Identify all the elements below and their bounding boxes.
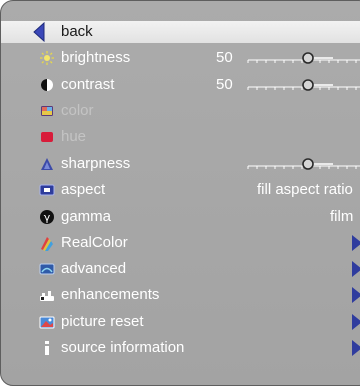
contrast-slider[interactable] xyxy=(247,74,360,96)
submenu-arrow-icon xyxy=(352,287,360,303)
menu-item-label: back xyxy=(61,23,93,40)
back-arrow-icon xyxy=(33,22,45,42)
enhancements-icon xyxy=(40,291,54,301)
menu-item-label: advanced xyxy=(61,260,127,277)
menu-item-picture-reset[interactable]: picture reset xyxy=(1,311,360,333)
menu-item-label: enhancements xyxy=(61,286,160,303)
contrast-value: 50 xyxy=(216,76,233,93)
submenu-arrow-icon xyxy=(352,261,360,277)
menu-item-hue[interactable]: hue xyxy=(1,126,360,148)
sun-icon xyxy=(40,51,54,65)
aspect-value: fill aspect ratio xyxy=(257,181,353,198)
realcolor-icon xyxy=(41,237,53,251)
menu-item-enhancements[interactable]: enhancements xyxy=(1,284,360,306)
menu-item-brightness[interactable]: brightness 50 xyxy=(1,47,360,69)
menu-item-label: gamma xyxy=(61,208,112,225)
menu-item-sharpness[interactable]: sharpness xyxy=(1,153,360,175)
brightness-slider[interactable] xyxy=(247,47,360,69)
menu-item-aspect[interactable]: aspect fill aspect ratio xyxy=(1,179,360,201)
sharpness-slider[interactable] xyxy=(247,153,360,175)
menu-item-label: sharpness xyxy=(61,155,131,172)
contrast-icon xyxy=(41,79,53,91)
menu-item-label: hue xyxy=(61,128,87,145)
menu-item-realcolor[interactable]: RealColor xyxy=(1,232,360,254)
menu-item-label: contrast xyxy=(61,76,115,93)
menu-item-source-information[interactable]: source information xyxy=(1,337,360,359)
picture-reset-icon xyxy=(39,316,55,329)
info-icon xyxy=(45,341,49,355)
submenu-arrow-icon xyxy=(352,314,360,330)
menu-item-gamma[interactable]: γ gamma film xyxy=(1,206,360,228)
gamma-icon: γ xyxy=(40,210,54,224)
brightness-value: 50 xyxy=(216,49,233,66)
aspect-icon xyxy=(39,184,55,196)
menu-item-label: RealColor xyxy=(61,234,128,251)
menu-item-label: brightness xyxy=(61,49,131,66)
menu-item-color[interactable]: color xyxy=(1,100,360,122)
menu-item-advanced[interactable]: advanced xyxy=(1,258,360,280)
advanced-icon xyxy=(39,263,55,275)
submenu-arrow-icon xyxy=(352,235,360,251)
svg-text:γ: γ xyxy=(44,211,51,224)
submenu-arrow-icon xyxy=(352,340,360,356)
menu-item-label: source information xyxy=(61,339,185,356)
menu-item-label: aspect xyxy=(61,181,106,198)
menu-item-back[interactable]: back xyxy=(1,21,360,43)
menu-item-label: picture reset xyxy=(61,313,144,330)
gamma-value: film xyxy=(330,208,354,225)
sharpness-icon xyxy=(41,158,53,170)
menu-item-contrast[interactable]: contrast 50 xyxy=(1,74,360,96)
menu-item-label: color xyxy=(61,102,94,119)
hue-icon xyxy=(41,132,53,142)
color-icon xyxy=(41,106,53,116)
osd-menu-panel: back brightness 50 contrast 50 color hue… xyxy=(0,0,360,386)
